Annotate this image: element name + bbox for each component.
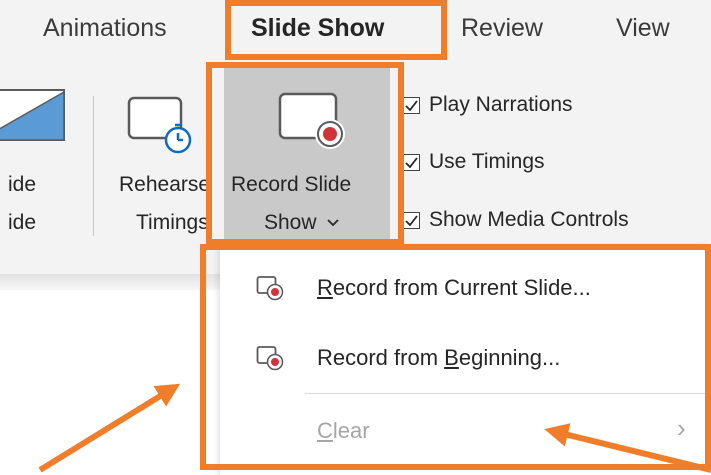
annotation-arrows [38,383,711,473]
annotation-arrow-left [38,383,181,473]
annotation-arrow-right [544,423,711,473]
